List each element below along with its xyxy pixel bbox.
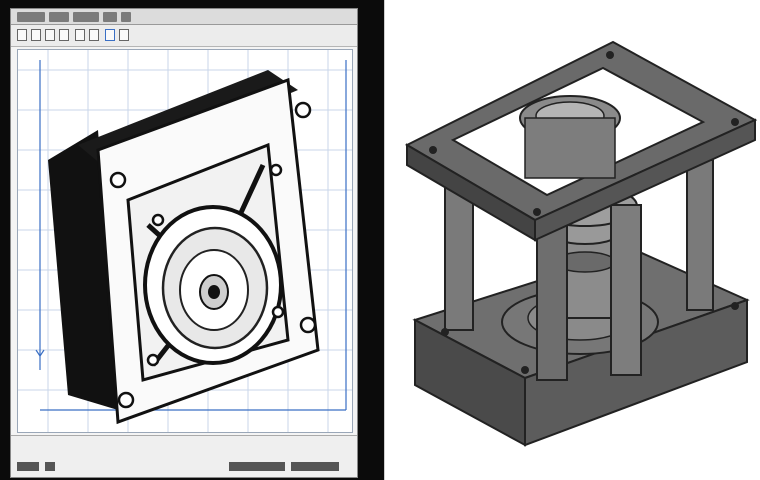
panel-divider [368,0,382,480]
die-set-drawing [404,40,758,447]
pillar-front-left [536,224,568,381]
pillar-front-right [610,204,642,376]
pillar-rear-right [686,159,714,311]
axis-icon[interactable] [17,462,39,471]
status-bar [11,435,357,477]
print-icon[interactable] [59,29,69,41]
menu-item-tools[interactable] [103,12,117,22]
menu-item-view[interactable] [73,12,99,22]
toolbar [11,25,357,47]
menu-item-file[interactable] [17,12,45,22]
viewport-drawing [18,50,352,432]
isometric-view [384,0,760,480]
zoom-icon[interactable] [105,29,115,41]
cad-window [10,8,358,478]
pillar-rear-left [444,184,474,331]
new-file-icon[interactable] [17,29,27,41]
undo-icon[interactable] [75,29,85,41]
redo-icon[interactable] [89,29,99,41]
rotate-icon[interactable] [119,29,129,41]
menu-item-edit[interactable] [49,12,69,22]
save-icon[interactable] [45,29,55,41]
model-viewport[interactable] [17,49,353,433]
open-icon[interactable] [31,29,41,41]
title-bar [11,9,357,25]
grid-icon[interactable] [45,462,55,471]
ortho-icon[interactable] [291,462,339,471]
menu-item-window[interactable] [121,12,131,22]
bore-center [208,285,220,299]
snap-icon[interactable] [229,462,285,471]
upper-punch-stem [524,117,616,179]
